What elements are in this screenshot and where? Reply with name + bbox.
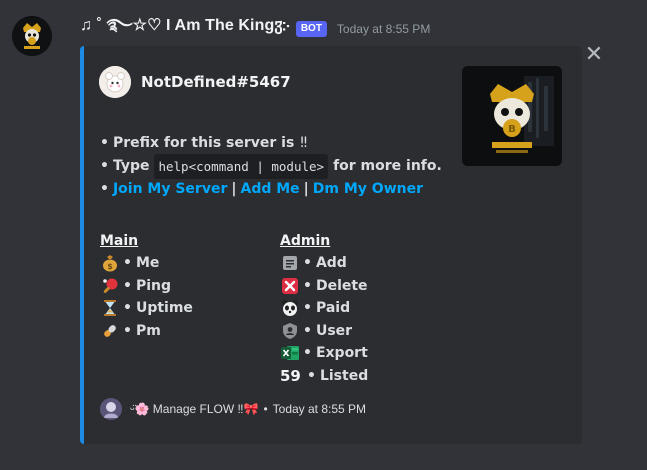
bot-badge: BOT	[295, 21, 327, 37]
list-item: • Ping	[100, 275, 193, 298]
field-admin-title: Admin	[280, 233, 331, 249]
user-shield-icon	[280, 321, 300, 341]
add-me-link[interactable]: Add Me	[240, 178, 299, 201]
main-item-label: Ping	[135, 277, 172, 294]
embed: NotDefined#5467 B • Prefix for this serv…	[80, 46, 582, 444]
embed-thumbnail[interactable]: B	[462, 66, 562, 166]
embed-description: • Prefix for this server is ‼ • Type hel…	[100, 132, 442, 201]
admin-item-label: Delete	[315, 277, 368, 294]
list-item: • Paid	[280, 297, 368, 320]
svg-text:B: B	[508, 124, 516, 135]
username[interactable]: ♫ ˚ ࿐☆♡ I Am The Kingჳ჻	[80, 7, 290, 52]
message-header: ♫ ˚ ࿐☆♡ I Am The Kingჳ჻ BOT Today at 8:5…	[80, 17, 431, 40]
help-command-code: help<command | module>	[154, 154, 329, 179]
main-item-label: Me	[135, 255, 160, 272]
footer-avatar-icon	[100, 398, 122, 420]
ping-pong-icon	[100, 276, 120, 296]
main-item-label: Uptime	[135, 300, 193, 317]
prefix-value: ‼	[300, 135, 308, 151]
field-admin: Admin • Add • Delete • Paid • User • Exp…	[280, 231, 368, 387]
admin-item-label: Paid	[315, 300, 351, 317]
prefix-line: • Prefix for this server is ‼	[100, 132, 442, 155]
footer-timestamp: Today at 8:55 PM	[272, 402, 367, 416]
pill-icon	[100, 321, 120, 341]
embed-footer: ᵕ̈🌸 Manage FLOW ‼🎀 • Today at 8:55 PM	[100, 398, 366, 420]
admin-item-label: User	[315, 322, 353, 339]
list-item: • Add	[280, 252, 368, 275]
cross-mark-icon	[280, 276, 300, 296]
list-item: $ • Me	[100, 252, 193, 275]
author-avatar-icon	[99, 66, 131, 98]
list-item: • Export	[280, 342, 368, 365]
admin-item-label: Export	[315, 345, 368, 362]
list-item: • User	[280, 320, 368, 343]
embed-author-name[interactable]: NotDefined#5467	[141, 73, 291, 91]
svg-text:$: $	[107, 262, 113, 271]
close-icon[interactable]: ✕	[583, 44, 605, 66]
join-server-link[interactable]: Join My Server	[113, 178, 227, 201]
memo-icon	[280, 253, 300, 273]
message-timestamp: Today at 8:55 PM	[336, 22, 431, 36]
footer-text: ᵕ̈🌸 Manage FLOW ‼🎀	[130, 402, 259, 416]
excel-icon	[280, 343, 300, 363]
hourglass-icon	[100, 298, 120, 318]
panda-icon	[280, 298, 300, 318]
main-item-label: Pm	[135, 322, 161, 339]
embed-author: NotDefined#5467	[99, 66, 291, 98]
admin-item-label: Add	[315, 255, 347, 272]
admin-item-label: Listed	[319, 367, 369, 384]
links-line: • Join My Server | Add Me | Dm My Owner	[100, 178, 442, 201]
list-item: • Pm	[100, 320, 193, 343]
field-main: Main $ • Me • Ping • Uptime • Pm	[100, 231, 193, 342]
money-bag-icon: $	[100, 253, 120, 273]
dm-owner-link[interactable]: Dm My Owner	[313, 178, 423, 201]
help-line: • Type help<command | module> for more i…	[100, 154, 442, 179]
bot-avatar[interactable]	[12, 16, 52, 56]
list-item: 59 • Listed	[280, 366, 369, 385]
field-main-title: Main	[100, 233, 139, 249]
list-item: • Uptime	[100, 297, 193, 320]
list-item: • Delete	[280, 275, 368, 298]
number-59-emoji: 59	[280, 366, 301, 385]
